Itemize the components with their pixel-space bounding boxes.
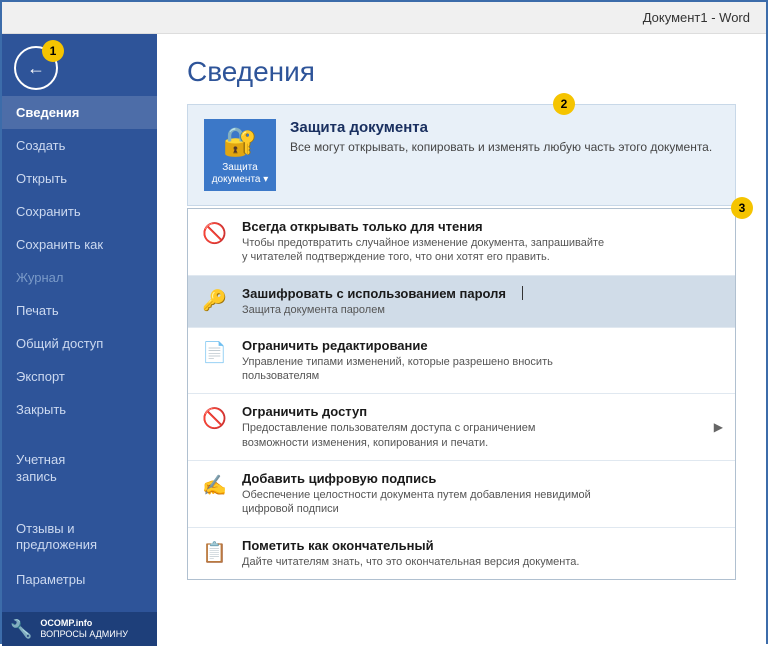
edit-restrict-icon: 📄 bbox=[202, 340, 230, 365]
sidebar-item-sozdat[interactable]: Создать bbox=[2, 129, 157, 162]
menu-item-restrict-access-desc: Предоставление пользователям доступа с о… bbox=[242, 421, 535, 450]
protect-button-label: Защита документа ▾ bbox=[212, 162, 269, 186]
menu-item-final-title: Пометить как окончательный bbox=[242, 538, 579, 553]
sidebar-item-zhurnal: Журнал bbox=[2, 261, 157, 294]
menu-item-digital-signature[interactable]: ✍️ Добавить цифровую подпись Обеспечение… bbox=[188, 461, 735, 528]
protect-document-button[interactable]: 🔐 Защита документа ▾ bbox=[204, 119, 276, 191]
menu-item-digital-signature-text: Добавить цифровую подпись Обеспечение це… bbox=[242, 471, 591, 517]
ocomp-icon: 🔧 bbox=[10, 619, 32, 640]
protection-text: Защита документа Все могут открывать, ко… bbox=[290, 119, 712, 154]
menu-item-restrict-editing-text: Ограничить редактирование Управление тип… bbox=[242, 338, 553, 384]
ocomp-bar: 🔧 OCOMP.info ВОПРОСЫ АДМИНУ bbox=[2, 612, 157, 646]
menu-item-restrict-editing-title: Ограничить редактирование bbox=[242, 338, 553, 353]
menu-item-restrict-editing-desc: Управление типами изменений, которые раз… bbox=[242, 355, 553, 384]
readonly-icon: 🚫 bbox=[202, 221, 230, 246]
menu-item-signature-title: Добавить цифровую подпись bbox=[242, 471, 591, 486]
menu-item-encrypt-password[interactable]: 🔑 Зашифровать с использованием пароля За… bbox=[188, 276, 735, 328]
sidebar-item-svedeniya[interactable]: Сведения bbox=[2, 96, 157, 129]
protection-dropdown: 3 🚫 Всегда открывать только для чтения Ч… bbox=[187, 208, 736, 580]
ocomp-text-block: OCOMP.info ВОПРОСЫ АДМИНУ bbox=[40, 618, 128, 640]
sidebar-item-sokhranit[interactable]: Сохранить bbox=[2, 195, 157, 228]
sidebar-item-pechat[interactable]: Печать bbox=[2, 294, 157, 327]
sidebar: ← 1 Сведения Создать Открыть Сохранить С… bbox=[2, 34, 157, 646]
sidebar-item-parametry[interactable]: Параметры bbox=[2, 563, 157, 596]
sidebar-item-otzyvy[interactable]: Отзывы и предложения bbox=[2, 495, 157, 564]
menu-item-restrict-editing[interactable]: 📄 Ограничить редактирование Управление т… bbox=[188, 328, 735, 395]
menu-item-always-readonly-text: Всегда открывать только для чтения Чтобы… bbox=[242, 219, 604, 265]
content-area: 2 🔐 Защита документа ▾ Защита документа … bbox=[157, 104, 766, 600]
page-title: Сведения bbox=[157, 34, 766, 104]
sidebar-item-eksport[interactable]: Экспорт bbox=[2, 360, 157, 393]
cursor-indicator bbox=[522, 286, 530, 300]
signature-icon: ✍️ bbox=[202, 473, 230, 498]
menu-item-always-readonly-title: Всегда открывать только для чтения bbox=[242, 219, 604, 234]
submenu-arrow-icon: ▶ bbox=[714, 420, 723, 434]
title-bar: Документ1 - Word bbox=[2, 2, 766, 34]
menu-item-always-readonly[interactable]: 🚫 Всегда открывать только для чтения Что… bbox=[188, 209, 735, 276]
lock-key-icon: 🔐 bbox=[223, 125, 258, 158]
menu-item-restrict-access[interactable]: 🚫 Ограничить доступ Предоставление польз… bbox=[188, 394, 735, 461]
menu-item-mark-final-text: Пометить как окончательный Дайте читател… bbox=[242, 538, 579, 569]
sidebar-item-zakryt[interactable]: Закрыть bbox=[2, 393, 157, 426]
annotation-1: 1 bbox=[42, 40, 64, 62]
access-restrict-icon: 🚫 bbox=[202, 406, 230, 431]
menu-item-restrict-access-text: Ограничить доступ Предоставление пользов… bbox=[242, 404, 535, 450]
menu-item-signature-desc: Обеспечение целостности документа путем … bbox=[242, 488, 591, 517]
ocomp-label: OCOMP.info bbox=[40, 618, 128, 629]
annotation-2: 2 bbox=[553, 93, 575, 115]
sidebar-item-sokhranit-kak[interactable]: Сохранить как bbox=[2, 228, 157, 261]
menu-item-mark-final[interactable]: 📋 Пометить как окончательный Дайте читат… bbox=[188, 528, 735, 579]
sidebar-item-obshchiy-dostup[interactable]: Общий доступ bbox=[2, 327, 157, 360]
sidebar-item-otkryt[interactable]: Открыть bbox=[2, 162, 157, 195]
menu-item-final-desc: Дайте читателям знать, что это окончател… bbox=[242, 555, 579, 569]
final-mark-icon: 📋 bbox=[202, 540, 230, 565]
menu-item-restrict-access-title: Ограничить доступ bbox=[242, 404, 535, 419]
encrypt-lock-icon: 🔑 bbox=[202, 288, 230, 313]
menu-item-encrypt-title: Зашифровать с использованием пароля bbox=[242, 286, 506, 301]
protection-title: Защита документа bbox=[290, 119, 712, 136]
back-button[interactable]: ← 1 bbox=[14, 46, 58, 90]
main-content: Сведения 2 🔐 Защита документа ▾ Защита д… bbox=[157, 34, 766, 646]
menu-item-encrypt-desc: Защита документа паролем bbox=[242, 303, 506, 317]
protection-card: 2 🔐 Защита документа ▾ Защита документа … bbox=[187, 104, 736, 206]
annotation-3: 3 bbox=[731, 197, 753, 219]
ocomp-sublabel: ВОПРОСЫ АДМИНУ bbox=[40, 629, 128, 640]
menu-item-always-readonly-desc: Чтобы предотвратить случайное изменение … bbox=[242, 236, 604, 265]
sidebar-item-uchetnaya-zapis[interactable]: Учетная запись bbox=[2, 426, 157, 495]
title-text: Документ1 - Word bbox=[643, 10, 750, 25]
menu-item-encrypt-text: Зашифровать с использованием пароля Защи… bbox=[242, 286, 506, 317]
protection-description: Все могут открывать, копировать и изменя… bbox=[290, 140, 712, 154]
